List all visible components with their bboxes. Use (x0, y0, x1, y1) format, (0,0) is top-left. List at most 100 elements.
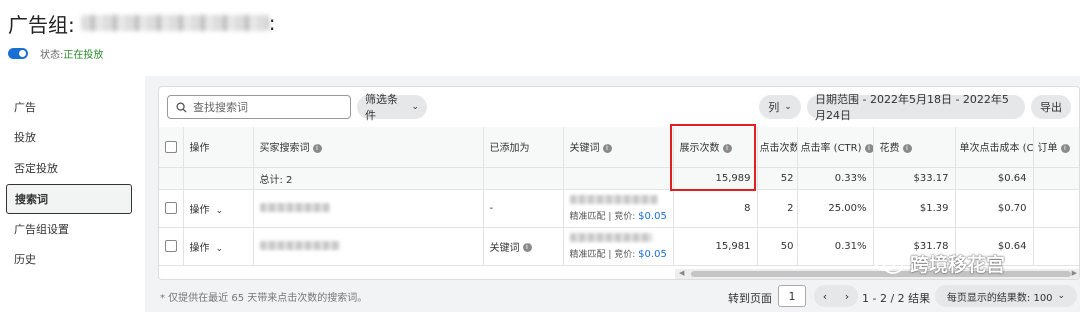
column-ctr[interactable]: 点击率 (CTR) i (797, 127, 874, 168)
column-orders[interactable]: 订单 i (1033, 127, 1079, 168)
footnote: * 仅提供在最近 65 天带来点击次数的搜索词。 (160, 293, 368, 304)
watermark-text: 跨境移花宫 (910, 254, 1006, 276)
page-title: 广告组: (8, 12, 75, 37)
search-placeholder: 查找搜索词 (193, 101, 248, 114)
search-term-cell (253, 227, 484, 266)
page-range: 1 - 2 / 2 结果 (862, 292, 931, 305)
results-per-page-select[interactable]: 每页显示的结果数: 100 ⌄ (935, 285, 1077, 307)
ad-group-name-redacted (80, 15, 269, 31)
columns-button[interactable]: 列 ⌄ (759, 95, 801, 119)
scroll-right-icon[interactable]: ▶ (1072, 269, 1077, 277)
select-all-checkbox[interactable] (165, 140, 177, 153)
cpc-cell: $0.70 (955, 189, 1034, 228)
page-title-suffix: : (268, 11, 276, 35)
column-keyword-label: 关键词 (569, 143, 600, 155)
chevron-down-icon: ⌄ (784, 102, 792, 112)
total-cpc: $0.64 (955, 167, 1034, 190)
sidebar-item-targeting[interactable]: 投放 (6, 123, 132, 151)
column-keyword[interactable]: 关键词 i (563, 127, 674, 168)
column-ctr-label: 点击率 (CTR) (800, 143, 862, 155)
ctr-cell: 25.00% (797, 189, 874, 228)
column-orders-label: 订单 (1037, 143, 1058, 155)
keyword-cell: 精准匹配 | 竞价: $0.05 (563, 227, 674, 266)
status-value: 正在投放 (63, 50, 104, 61)
column-impressions[interactable]: 展示次数 i (673, 127, 758, 168)
info-icon: i (602, 143, 612, 153)
column-search-term[interactable]: 买家搜索词 i (253, 127, 484, 168)
total-row: 总计: 2 15,989 52 0.33% $33.17 $0.64 (159, 167, 1079, 190)
wechat-icon (874, 252, 903, 274)
table-header-row: 操作 买家搜索词 i 已添加为 关键词 i 展示次数 i 点击次数 点击率 (CTR)… (159, 127, 1079, 168)
match-type-label: 精准匹配 | 竞价: (569, 212, 636, 222)
search-term-redacted (259, 203, 330, 212)
column-spend-label: 花费 (879, 143, 900, 155)
column-search-term-label: 买家搜索词 (259, 143, 310, 155)
impressions-cell: 15,981 (673, 227, 758, 266)
select-all-cell (159, 127, 184, 168)
table-row[interactable]: 操作 ⌄ - 精准匹配 | 竞价: $0.05 8 2 25.00% $1.39 … (159, 189, 1079, 228)
info-icon: i (864, 143, 872, 153)
ctr-cell: 0.31% (797, 227, 874, 266)
column-added-as: 已添加为 (483, 127, 564, 168)
export-button[interactable]: 导出 (1031, 95, 1071, 119)
search-input[interactable]: 查找搜索词 (167, 95, 351, 119)
per-page-label: 每页显示的结果数: 100 (946, 292, 1053, 304)
watermark: 跨境移花宫 (874, 250, 1005, 277)
chevron-down-icon: ⌄ (215, 243, 224, 254)
added-as-cell: 关键词 i (483, 227, 564, 266)
chevron-down-icon: ⌄ (411, 102, 419, 112)
info-icon: i (312, 143, 322, 153)
page-title-row: 广告组: : (8, 6, 276, 40)
total-clicks: 52 (757, 167, 798, 190)
info-icon: i (902, 143, 912, 153)
sidebar-item-history[interactable]: 历史 (6, 245, 132, 273)
next-page-icon[interactable]: › (845, 290, 849, 303)
row-checkbox[interactable] (165, 202, 177, 214)
added-as-label: 关键词 (489, 242, 520, 254)
bid-value[interactable]: $0.05 (638, 211, 667, 222)
sidebar-item-search-terms[interactable]: 搜索词 (6, 184, 132, 214)
row-checkbox[interactable] (165, 240, 177, 252)
total-label: 总计: 2 (253, 167, 484, 190)
sidebar: 广告 投放 否定投放 搜索词 广告组设置 历史 (0, 76, 145, 312)
row-action-menu[interactable]: 操作 ⌄ (183, 227, 254, 266)
filter-label: 筛选条件 (365, 93, 398, 122)
column-spend[interactable]: 花费 i (873, 127, 956, 168)
match-type-info: 精准匹配 | 竞价: $0.05 (570, 247, 667, 260)
search-term-redacted (259, 241, 340, 250)
columns-label: 列 (768, 101, 780, 114)
bid-value[interactable]: $0.05 (638, 249, 667, 260)
goto-page-label: 转到页面 (728, 292, 772, 305)
sidebar-item-ad-group-settings[interactable]: 广告组设置 (6, 215, 132, 243)
info-icon: i (522, 243, 532, 252)
chevron-down-icon: ⌄ (215, 205, 224, 216)
status-label: 状态: (40, 50, 64, 61)
clicks-cell: 2 (757, 189, 798, 228)
row-action-label: 操作 (189, 204, 210, 216)
page-number-input[interactable]: 1 (778, 285, 806, 307)
status-toggle[interactable] (8, 48, 28, 59)
date-range-button[interactable]: 日期范围 - 2022年5月18日 - 2022年5月24日 (807, 93, 1025, 122)
sidebar-item-negative-targeting[interactable]: 否定投放 (6, 154, 132, 182)
added-as-cell: - (483, 189, 564, 228)
search-terms-table: 操作 买家搜索词 i 已添加为 关键词 i 展示次数 i 点击次数 点击率 (CTR)… (159, 127, 1079, 266)
column-cpc[interactable]: 单次点击成本 (CPC) (955, 127, 1034, 168)
impressions-cell: 8 (673, 189, 758, 228)
prev-page-icon[interactable]: ‹ (823, 290, 827, 303)
search-icon (176, 101, 187, 113)
scroll-left-icon[interactable]: ◀ (679, 269, 684, 277)
filter-button[interactable]: 筛选条件 ⌄ (357, 93, 427, 122)
total-spend: $33.17 (873, 167, 956, 190)
keyword-redacted (569, 232, 652, 242)
column-clicks[interactable]: 点击次数 (757, 127, 798, 168)
total-ctr: 0.33% (797, 167, 874, 190)
search-term-cell (253, 189, 484, 228)
keyword-redacted (569, 194, 658, 204)
clicks-cell: 50 (757, 227, 798, 266)
row-action-menu[interactable]: 操作 ⌄ (183, 189, 254, 228)
keyword-cell: 精准匹配 | 竞价: $0.05 (563, 189, 674, 228)
total-impressions: 15,989 (673, 167, 758, 190)
sidebar-item-ads[interactable]: 广告 (6, 93, 132, 121)
column-impressions-label: 展示次数 (679, 143, 720, 155)
status-row: 状态: 正在投放 (8, 46, 103, 61)
